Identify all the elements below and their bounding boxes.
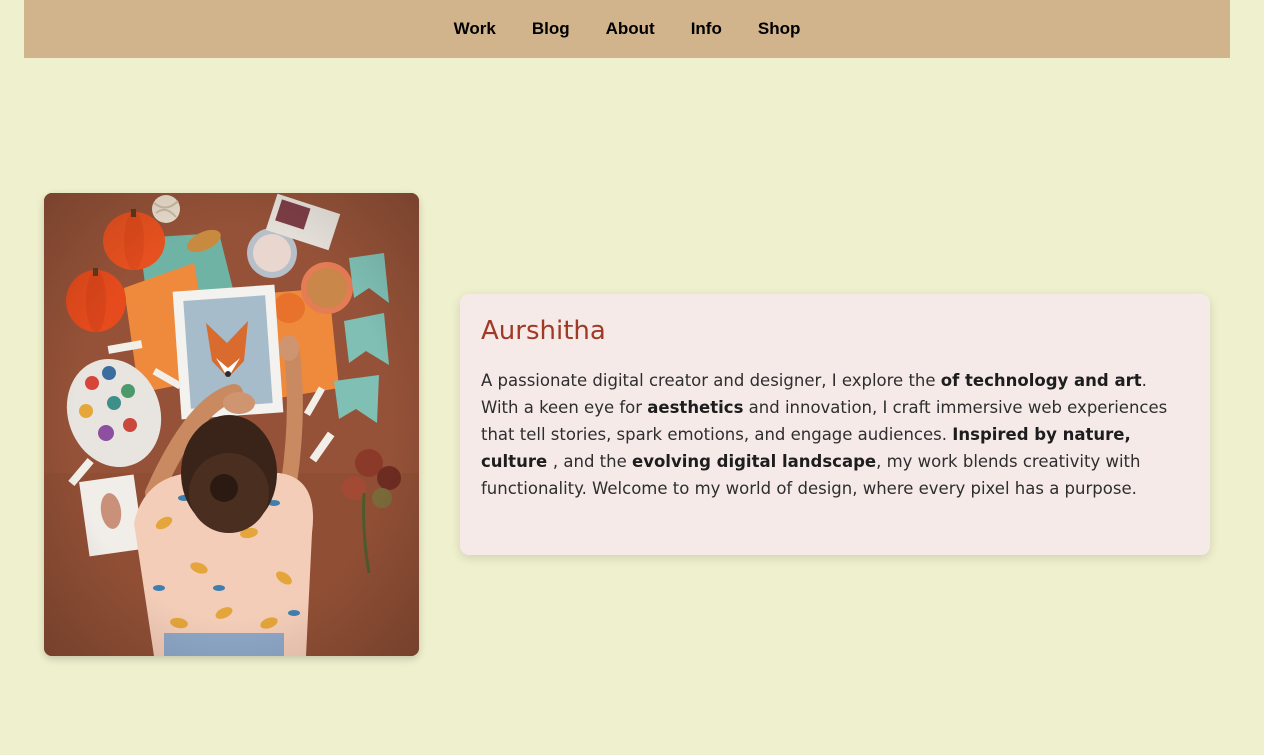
nav-link-shop[interactable]: Shop: [758, 19, 801, 39]
nav-link-info[interactable]: Info: [691, 19, 722, 39]
bio-text: A passionate digital creator and designe…: [481, 367, 1189, 502]
bio-highlight-technology-art: of technology and art: [940, 371, 1142, 391]
nav-link-work[interactable]: Work: [454, 19, 496, 39]
nav-link-blog[interactable]: Blog: [532, 19, 570, 39]
bio-text-part: , and the: [552, 452, 632, 472]
bio-highlight-aesthetics: aesthetics: [647, 398, 744, 418]
profile-photo: [44, 193, 419, 656]
top-navbar: Work Blog About Info Shop: [24, 0, 1230, 58]
bio-card: Aurshitha A passionate digital creator a…: [460, 294, 1210, 555]
bio-text-part: A passionate digital creator and designe…: [481, 371, 941, 391]
bio-highlight-digital-landscape: evolving digital landscape: [632, 452, 877, 472]
nav-link-about[interactable]: About: [606, 19, 655, 39]
profile-photo-illustration: [44, 193, 419, 656]
profile-name: Aurshitha: [481, 316, 606, 346]
